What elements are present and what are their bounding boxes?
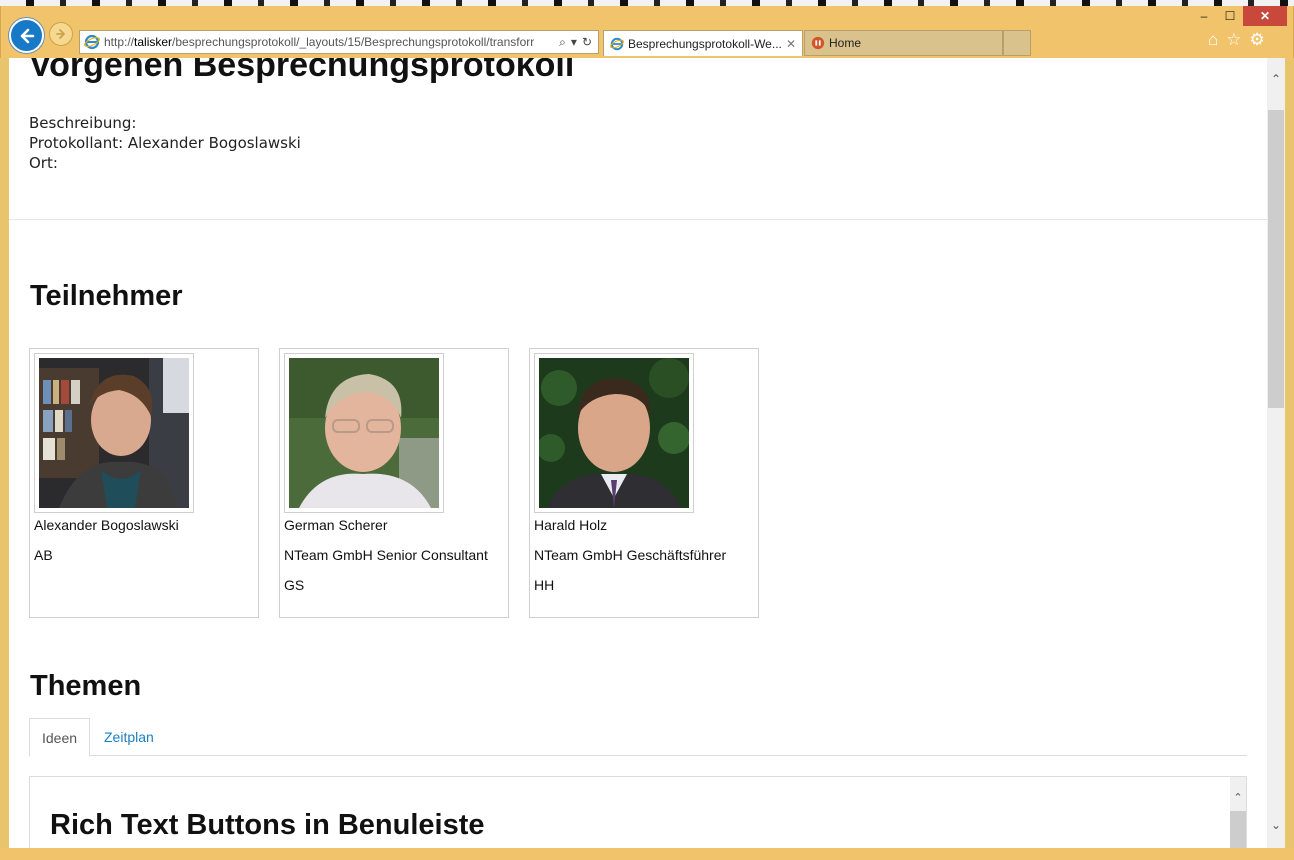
- participant-card: Harald Holz NTeam GmbH Geschäftsführer H…: [529, 348, 759, 618]
- home-icon[interactable]: ⌂: [1208, 30, 1218, 50]
- ie-tab-icon: [610, 37, 624, 50]
- new-tab-button[interactable]: [1003, 30, 1031, 56]
- participant-photo-frame: [534, 353, 694, 513]
- meta-protokollant: Protokollant: Alexander Bogoslawski: [29, 134, 301, 152]
- tab-home[interactable]: Home: [804, 30, 1003, 56]
- panel-title: Rich Text Buttons in Benuleiste: [50, 809, 485, 841]
- tab-zeitplan[interactable]: Zeitplan: [92, 718, 166, 756]
- topic-content-panel: Rich Text Buttons in Benuleiste ⌃: [29, 776, 1247, 848]
- url-host: talisker: [134, 35, 173, 49]
- page-title: Vorgehen Besprechungsprotokoll: [29, 58, 575, 84]
- participant-name: Alexander Bogoslawski: [34, 517, 179, 533]
- maximize-button[interactable]: ☐: [1217, 6, 1243, 26]
- forward-button[interactable]: [49, 22, 73, 46]
- participant-photo: [289, 358, 439, 508]
- back-button[interactable]: [9, 18, 44, 53]
- favorites-star-icon[interactable]: ☆: [1226, 30, 1241, 50]
- participant-card: Alexander Bogoslawski AB: [29, 348, 259, 618]
- topic-tabs: Ideen Zeitplan: [29, 718, 1247, 757]
- search-icon[interactable]: ⌕: [559, 35, 566, 50]
- participant-name: German Scherer: [284, 517, 388, 533]
- tab-besprechungsprotokoll[interactable]: Besprechungsprotokoll-We... ✕: [603, 30, 803, 56]
- page-scrollbar[interactable]: ⌃ ⌄: [1267, 58, 1285, 848]
- panel-scroll-thumb[interactable]: [1230, 811, 1246, 848]
- topics-heading: Themen: [30, 670, 142, 702]
- page-content: Vorgehen Besprechungsprotokoll Beschreib…: [9, 58, 1267, 848]
- participant-photo: [39, 358, 189, 508]
- page-scroll-thumb[interactable]: [1268, 110, 1284, 408]
- participant-initials: GS: [284, 577, 305, 593]
- site-favicon-icon: [811, 36, 825, 50]
- participants-heading: Teilnehmer: [30, 280, 183, 312]
- arrow-right-icon: [56, 29, 65, 39]
- tab-close-icon[interactable]: ✕: [786, 37, 796, 51]
- tab-ideen[interactable]: Ideen: [29, 718, 91, 757]
- tab-title: Besprechungsprotokoll-We...: [628, 36, 782, 51]
- window-bottom-border: [0, 848, 1294, 860]
- chevron-up-icon[interactable]: ⌃: [1267, 68, 1285, 90]
- address-bar[interactable]: http://talisker/besprechungsprotokoll/_l…: [79, 30, 599, 54]
- panel-scrollbar[interactable]: ⌃: [1230, 777, 1246, 848]
- refresh-icon[interactable]: ↻: [582, 35, 592, 49]
- minimize-button[interactable]: –: [1191, 6, 1217, 26]
- participant-photo-frame: [284, 353, 444, 513]
- participant-company-role: AB: [34, 547, 53, 563]
- tab-title: Home: [829, 36, 862, 50]
- participant-name: Harald Holz: [534, 517, 608, 533]
- participant-photo-frame: [34, 353, 194, 513]
- chevron-down-icon[interactable]: ▾: [571, 35, 577, 49]
- participant-company-role: NTeam GmbH Geschäftsführer: [534, 547, 727, 563]
- url-text[interactable]: http://talisker/besprechungsprotokoll/_l…: [104, 35, 553, 49]
- settings-gear-icon[interactable]: ⚙: [1250, 30, 1265, 50]
- participant-photo: [539, 358, 689, 508]
- arrow-left-icon: [20, 28, 34, 43]
- chevron-down-icon[interactable]: ⌄: [1267, 814, 1285, 836]
- meta-beschreibung: Beschreibung:: [29, 114, 137, 132]
- url-path: /besprechungsprotokoll/_layouts/15/Bespr…: [172, 35, 535, 49]
- participant-card: German Scherer NTeam GmbH Senior Consult…: [279, 348, 509, 618]
- meta-ort: Ort:: [29, 154, 58, 172]
- ie-page-icon: [84, 34, 100, 50]
- participant-company-role: NTeam GmbH Senior Consultant: [284, 547, 488, 563]
- chevron-up-icon[interactable]: ⌃: [1230, 789, 1246, 805]
- close-button[interactable]: ✕: [1243, 6, 1287, 26]
- browser-viewport: Vorgehen Besprechungsprotokoll Beschreib…: [9, 58, 1285, 848]
- url-prefix: http://: [104, 35, 135, 49]
- participant-initials: HH: [534, 577, 555, 593]
- section-divider: [9, 219, 1267, 220]
- meeting-meta: Beschreibung: Protokollant: Alexander Bo…: [29, 113, 301, 173]
